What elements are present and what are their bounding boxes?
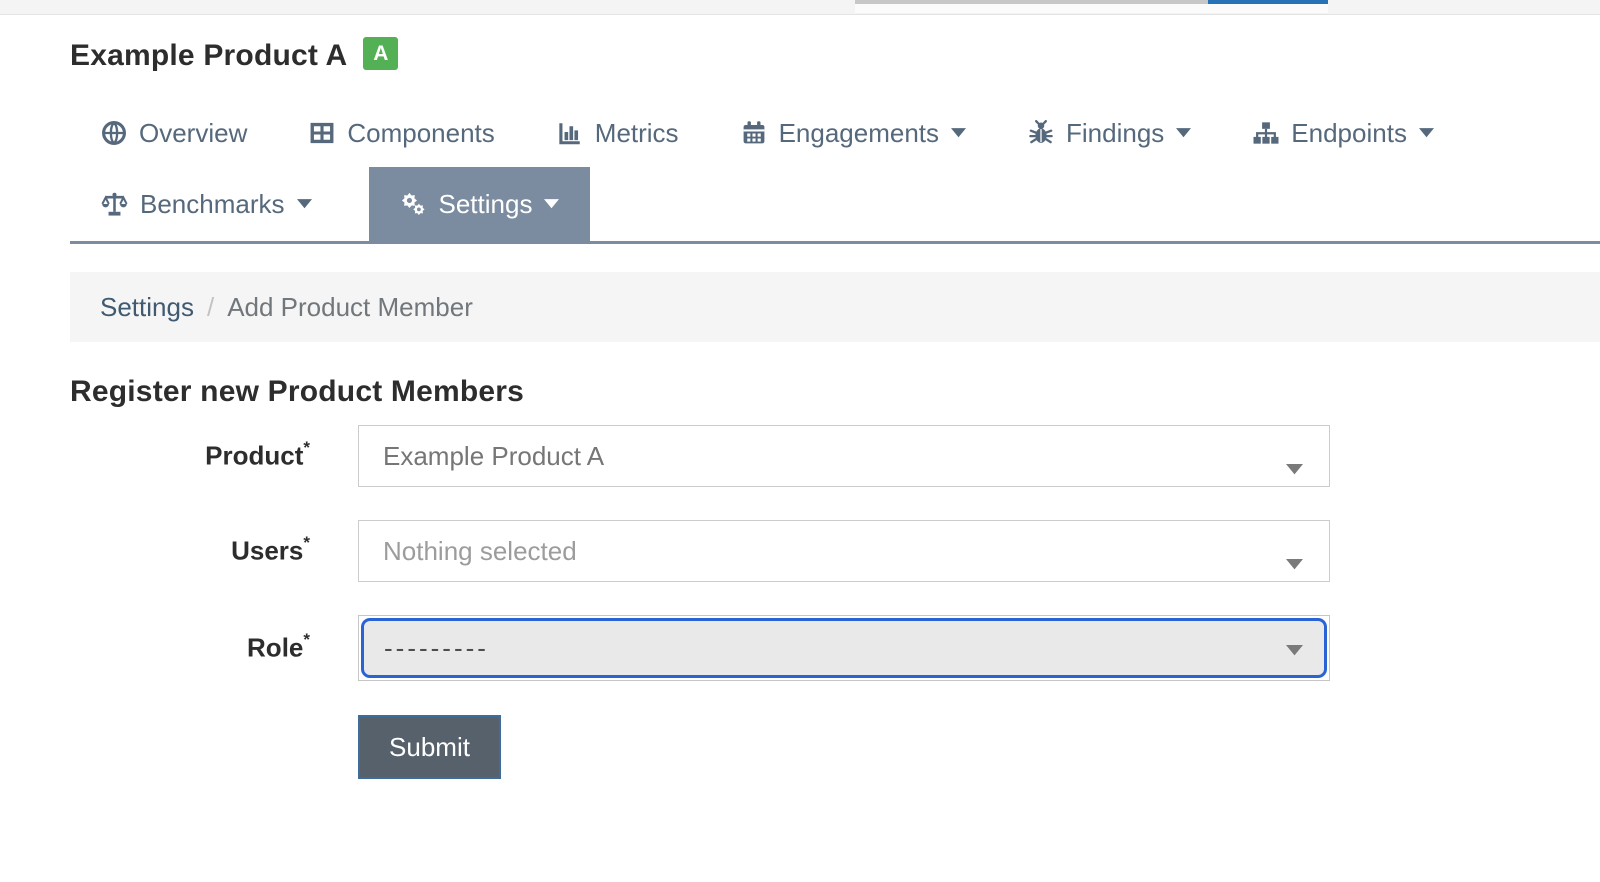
breadcrumb-current: Add Product Member — [227, 292, 473, 323]
product-tabs: Overview Components Metrics Engagements — [70, 99, 1600, 244]
bar-chart-icon — [557, 120, 583, 146]
tab-findings[interactable]: Findings — [997, 99, 1222, 167]
tab-settings[interactable]: Settings — [369, 167, 591, 241]
tab-label: Metrics — [595, 118, 679, 149]
top-strip — [0, 0, 1600, 15]
form-row-product: Product* Example Product A — [70, 425, 1600, 487]
tab-endpoints[interactable]: Endpoints — [1222, 99, 1465, 167]
search-input[interactable] — [855, 0, 1208, 13]
bug-icon — [1028, 120, 1054, 146]
tab-label: Components — [347, 118, 494, 149]
tab-label: Overview — [139, 118, 247, 149]
role-label: Role* — [70, 632, 310, 664]
tab-label: Benchmarks — [140, 189, 285, 220]
required-marker: * — [303, 438, 310, 457]
users-label: Users* — [70, 535, 310, 567]
product-label: Product* — [70, 440, 310, 472]
tab-overview[interactable]: Overview — [70, 99, 278, 167]
caret-down-icon — [1286, 451, 1303, 482]
chevron-down-icon — [1419, 128, 1434, 138]
globe-icon — [101, 120, 127, 146]
tab-benchmarks[interactable]: Benchmarks — [70, 167, 343, 241]
tab-components[interactable]: Components — [278, 99, 525, 167]
tab-metrics[interactable]: Metrics — [526, 99, 710, 167]
caret-down-icon — [1286, 546, 1303, 577]
form-row-role: Role* --------- — [70, 615, 1600, 681]
search-button[interactable] — [1208, 0, 1328, 13]
form-heading: Register new Product Members — [70, 375, 1600, 409]
tab-label: Endpoints — [1291, 118, 1407, 149]
required-marker: * — [303, 533, 310, 552]
form-row-users: Users* Nothing selected — [70, 520, 1600, 582]
product-select[interactable]: Example Product A — [358, 425, 1330, 487]
product-select-value: Example Product A — [383, 441, 604, 472]
page-title: Example Product A — [70, 37, 347, 75]
caret-down-icon — [1286, 643, 1303, 661]
gears-icon — [400, 191, 427, 218]
tab-label: Findings — [1066, 118, 1164, 149]
tab-label: Engagements — [779, 118, 939, 149]
breadcrumb-separator: / — [194, 292, 227, 323]
breadcrumb-settings-link[interactable]: Settings — [100, 292, 194, 323]
role-select-focus-ring: --------- — [361, 618, 1327, 678]
tab-label: Settings — [439, 189, 533, 220]
role-select[interactable]: --------- — [358, 615, 1330, 681]
chevron-down-icon — [297, 199, 312, 209]
tab-engagements[interactable]: Engagements — [710, 99, 997, 167]
required-marker: * — [303, 630, 310, 649]
chevron-down-icon — [544, 199, 559, 209]
users-select-value: Nothing selected — [383, 536, 577, 567]
chevron-down-icon — [1176, 128, 1191, 138]
page-header: Example Product A A — [70, 37, 1600, 77]
calendar-icon — [741, 120, 767, 146]
role-select-value: --------- — [384, 633, 489, 664]
table-icon — [309, 120, 335, 146]
product-grade-badge[interactable]: A — [363, 37, 398, 70]
users-select[interactable]: Nothing selected — [358, 520, 1330, 582]
chevron-down-icon — [951, 128, 966, 138]
submit-button[interactable]: Submit — [358, 715, 501, 779]
sitemap-icon — [1253, 120, 1279, 146]
breadcrumb: Settings / Add Product Member — [70, 272, 1600, 342]
balance-scale-icon — [101, 191, 128, 218]
